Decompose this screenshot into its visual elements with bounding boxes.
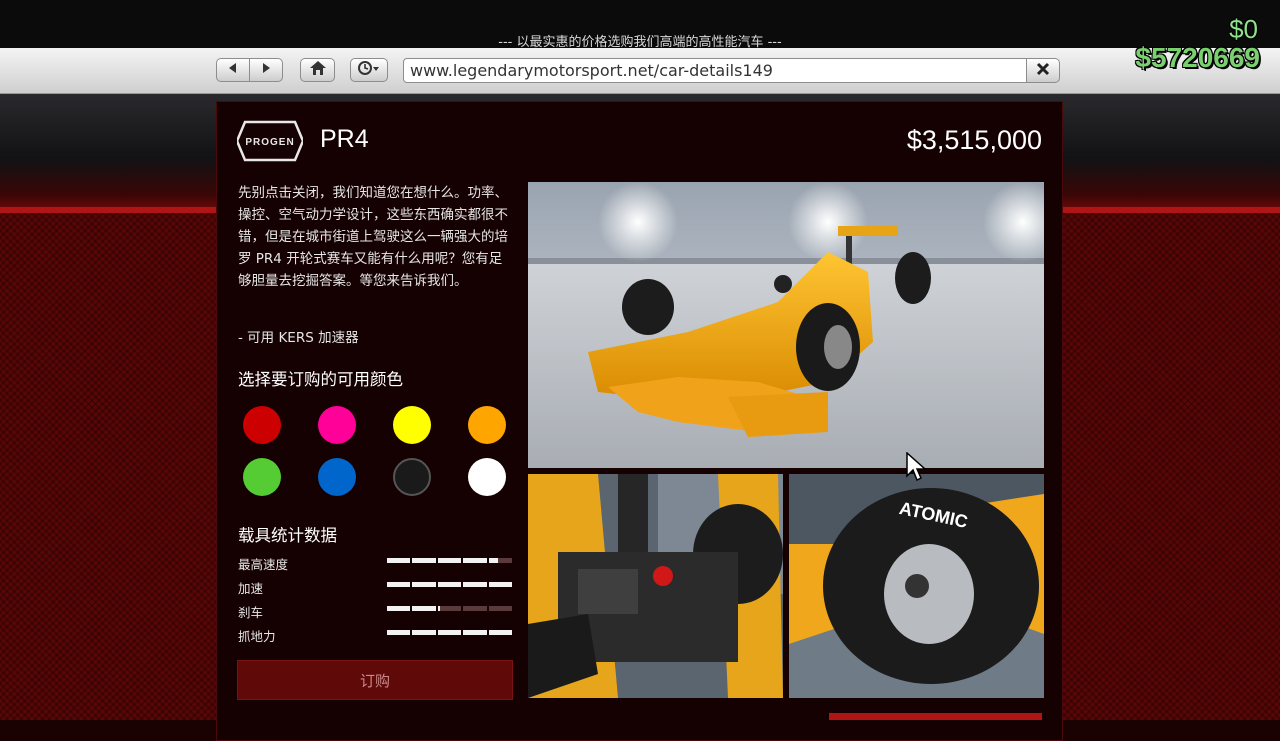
stat-bar-segment — [387, 558, 411, 563]
stat-bar-segment — [387, 630, 411, 635]
color-swatch[interactable] — [243, 406, 281, 444]
stat-bar-segment — [437, 630, 462, 635]
vehicle-name: PR4 — [320, 125, 369, 153]
stat-bar-segment — [387, 582, 411, 587]
close-button[interactable] — [1026, 58, 1060, 83]
browser-navbar: www.legendarymotorsport.net/car-details1… — [0, 48, 1280, 94]
stat-bar-segment — [412, 606, 436, 611]
stat-bar-segment — [412, 558, 436, 563]
stat-bar-segment — [463, 606, 487, 611]
close-x-icon — [1036, 62, 1050, 80]
stat-bar-segment — [463, 558, 487, 563]
stat-bar-segment — [463, 582, 487, 587]
stat-bar-segment — [488, 606, 513, 611]
brand-logo-text: PROGEN — [245, 137, 294, 148]
back-button[interactable] — [216, 58, 250, 82]
color-swatch[interactable] — [393, 406, 431, 444]
money-change: $0 — [1229, 14, 1258, 44]
stat-bar — [387, 558, 513, 563]
forward-button[interactable] — [249, 58, 283, 82]
stat-label: 刹车 — [238, 605, 264, 620]
stat-bar-segment — [488, 630, 513, 635]
stat-label: 加速 — [238, 581, 264, 596]
stat-bar-segment — [488, 558, 513, 563]
vehicle-price: $3,515,000 — [906, 125, 1042, 155]
home-button[interactable] — [300, 58, 335, 82]
stat-label: 抓地力 — [238, 629, 276, 644]
color-swatch[interactable] — [318, 458, 356, 496]
stat-bar-segment — [437, 558, 462, 563]
color-swatch[interactable] — [468, 458, 506, 496]
next-button-edge[interactable] — [829, 713, 1042, 720]
car-detail-photo-1[interactable] — [528, 474, 783, 698]
stat-bar-segment — [387, 606, 411, 611]
vehicle-description: 先别点击关闭，我们知道您在想什么。功率、操控、空气动力学设计，这些东西确实都很不… — [238, 185, 508, 289]
stat-bar-segment — [437, 582, 462, 587]
stat-label: 最高速度 — [238, 557, 289, 572]
stat-bar-segment — [488, 582, 513, 587]
mouse-cursor-icon — [906, 451, 928, 484]
back-arrow-icon — [227, 62, 239, 78]
stat-bar-segment — [463, 630, 487, 635]
stat-bar — [387, 630, 513, 635]
stat-bar-segment — [412, 630, 436, 635]
colors-heading: 选择要订购的可用颜色 — [238, 370, 403, 389]
address-bar[interactable]: www.legendarymotorsport.net/car-details1… — [403, 58, 1027, 83]
color-swatch[interactable] — [243, 458, 281, 496]
money-total: $5720669 — [1135, 42, 1260, 73]
car-detail-photo-2[interactable]: ATOMIC — [789, 474, 1044, 698]
car-main-photo[interactable] — [528, 182, 1044, 468]
stat-bar — [387, 582, 513, 587]
vehicle-feature: - 可用 KERS 加速器 — [238, 330, 359, 346]
stat-bar-segment — [437, 606, 462, 611]
stat-bar — [387, 606, 513, 611]
order-button[interactable]: 订购 — [237, 660, 513, 700]
color-swatch[interactable] — [393, 458, 431, 496]
stat-bar-segment — [412, 582, 436, 587]
progen-logo: PROGEN — [235, 118, 305, 164]
forward-arrow-icon — [260, 62, 272, 78]
history-button[interactable] — [350, 58, 388, 82]
clock-icon — [358, 61, 380, 79]
stats-heading: 载具统计数据 — [238, 526, 337, 545]
home-icon — [309, 61, 326, 79]
color-swatch[interactable] — [468, 406, 506, 444]
color-swatch[interactable] — [318, 406, 356, 444]
